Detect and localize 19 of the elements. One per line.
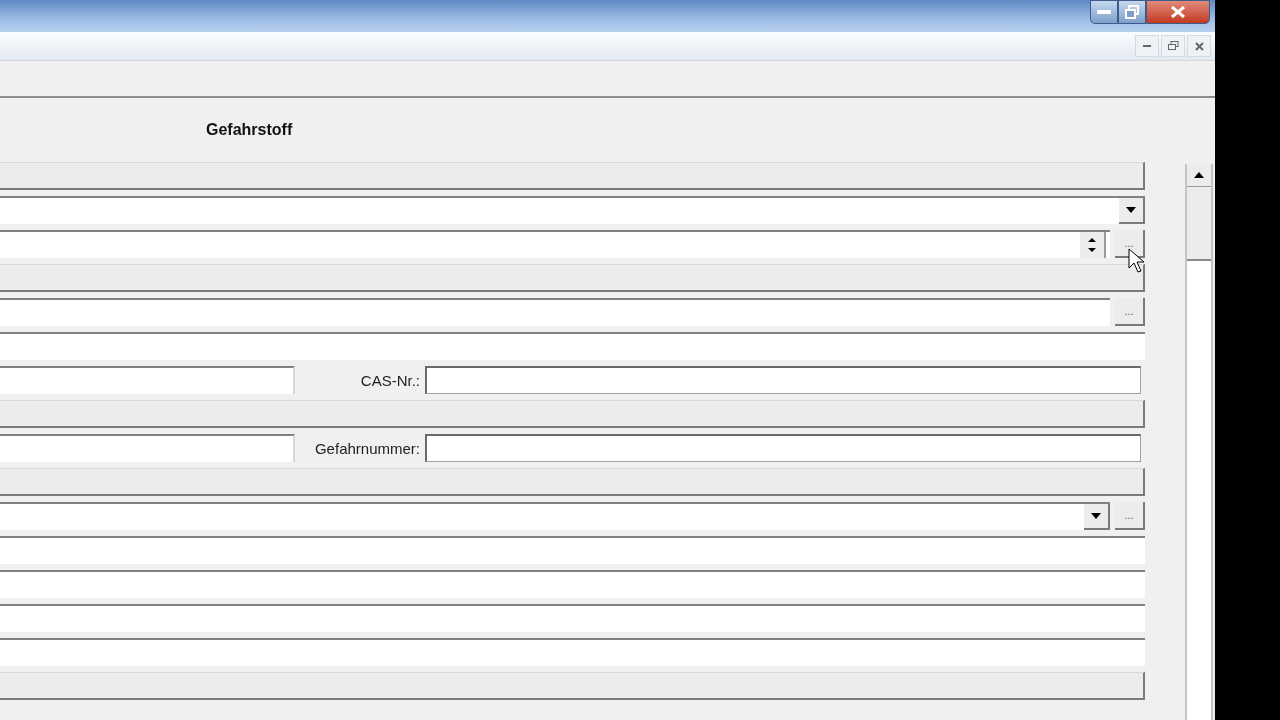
mouse-pointer-icon — [1128, 248, 1146, 274]
scroll-thumb[interactable] — [1187, 187, 1211, 261]
browse-button[interactable]: ... — [1115, 230, 1145, 258]
close-icon — [1171, 6, 1185, 18]
field-label: CAS-Nr.: — [359, 371, 420, 389]
close-button[interactable] — [1146, 0, 1210, 24]
close-icon — [1194, 41, 1204, 51]
minimize-icon — [1143, 45, 1151, 47]
restore-icon — [1167, 41, 1179, 51]
minimize-icon — [1097, 10, 1111, 14]
restore-button[interactable] — [1118, 0, 1146, 24]
spinner-icon[interactable] — [1080, 232, 1106, 258]
field-label: Gefahrnummer: — [313, 439, 420, 457]
scroll-up-icon[interactable] — [1187, 164, 1211, 187]
form-title: Gefahrstoff — [206, 121, 293, 139]
restore-icon — [1125, 5, 1139, 19]
browse-button[interactable]: ... — [1115, 502, 1145, 530]
minimize-button[interactable] — [1090, 0, 1118, 24]
browse-button[interactable]: ... — [1115, 298, 1145, 326]
